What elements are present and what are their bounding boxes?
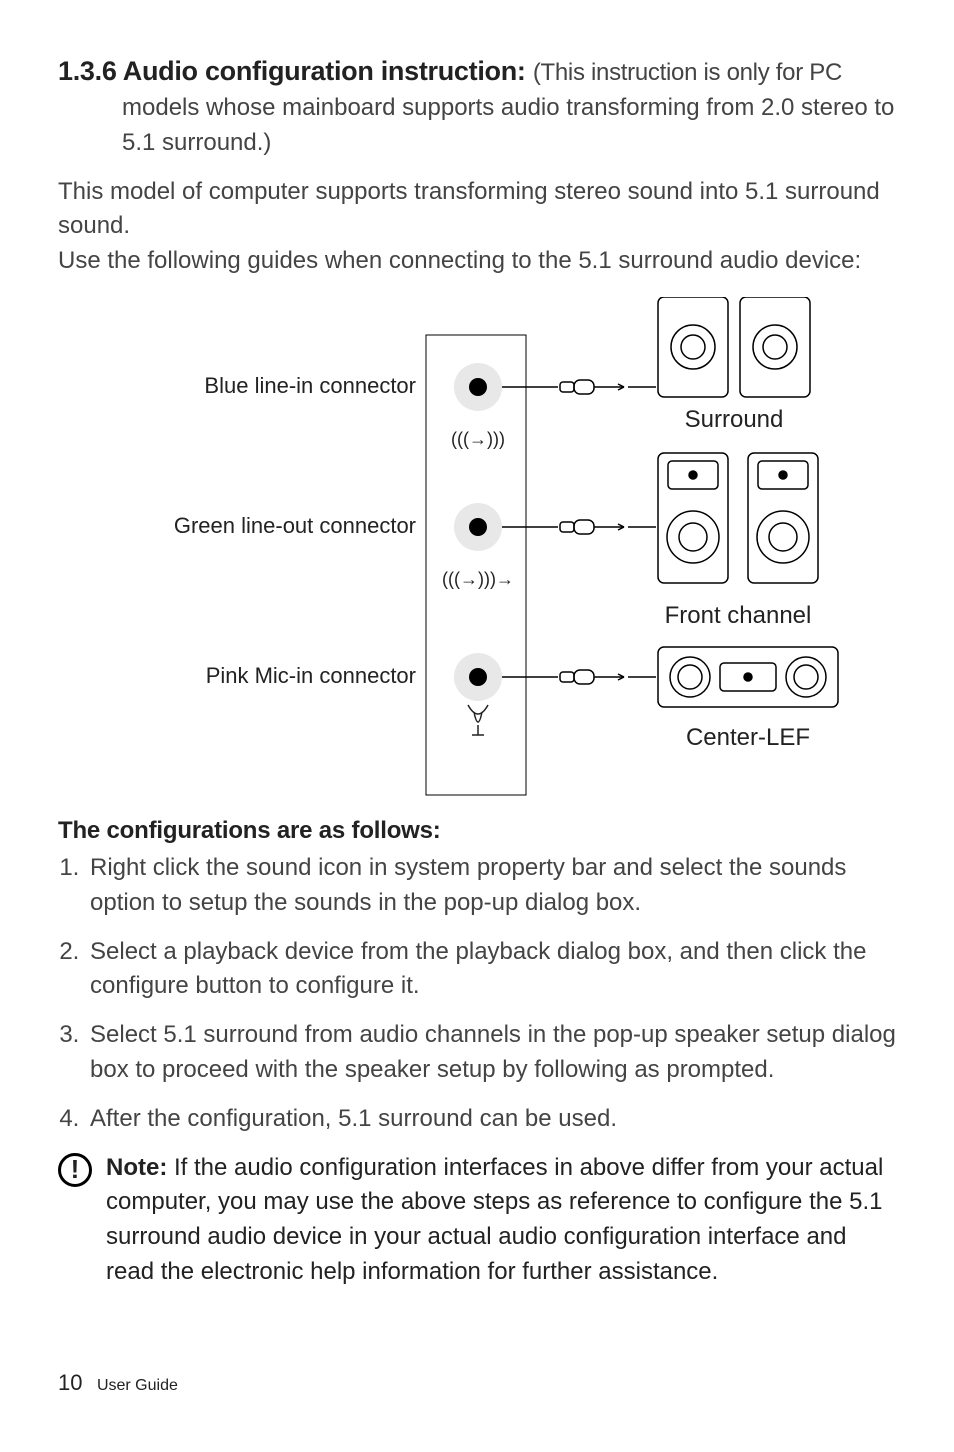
diagram-label-center: Center-LEF xyxy=(686,724,810,751)
attention-icon: ! xyxy=(58,1153,92,1187)
svg-text:(((→))): (((→))) xyxy=(451,429,505,449)
note-block: ! Note: If the audio configuration inter… xyxy=(58,1151,896,1290)
steps-list: Right click the sound icon in system pro… xyxy=(58,851,896,1137)
diagram-label-green: Green line-out connector xyxy=(174,513,416,538)
connection-diagram: (((→))) (((→)))→ Blue line-in connector … xyxy=(58,297,896,797)
section-heading: 1.3.6 Audio configuration instruction: (… xyxy=(58,56,896,87)
diagram-label-surround: Surround xyxy=(685,406,784,433)
page-number: 10 xyxy=(58,1370,82,1395)
heading-continuation: models whose mainboard supports audio tr… xyxy=(58,91,896,161)
svg-text:(((→)))→: (((→)))→ xyxy=(442,569,514,589)
section-title-tail: (This instruction is only for PC xyxy=(533,59,842,86)
section-title-bold: Audio configuration instruction: xyxy=(123,56,526,86)
diagram-label-front: Front channel xyxy=(665,602,812,629)
step-item: Select 5.1 surround from audio channels … xyxy=(86,1018,896,1088)
section-number: 1.3.6 xyxy=(58,56,117,86)
note-label: Note: xyxy=(106,1154,167,1181)
note-body: If the audio configuration interfaces in… xyxy=(106,1154,883,1285)
heading-cont-line1: models whose mainboard supports audio tr… xyxy=(122,91,896,126)
step-item: Right click the sound icon in system pro… xyxy=(86,851,896,921)
diagram-label-blue: Blue line-in connector xyxy=(204,373,416,398)
step-item: After the configuration, 5.1 surround ca… xyxy=(86,1102,896,1137)
doc-title: User Guide xyxy=(97,1377,178,1394)
diagram-label-pink: Pink Mic-in connector xyxy=(206,663,416,688)
note-text: Note: If the audio configuration interfa… xyxy=(106,1151,896,1290)
step-item: Select a playback device from the playba… xyxy=(86,935,896,1005)
paragraph-intro-1: This model of computer supports transfor… xyxy=(58,175,896,245)
paragraph-intro-2: Use the following guides when connecting… xyxy=(58,244,896,279)
heading-cont-line2: 5.1 surround.) xyxy=(122,126,896,161)
configurations-subheading: The configurations are as follows: xyxy=(58,817,896,845)
page-footer: 10 User Guide xyxy=(58,1370,178,1396)
